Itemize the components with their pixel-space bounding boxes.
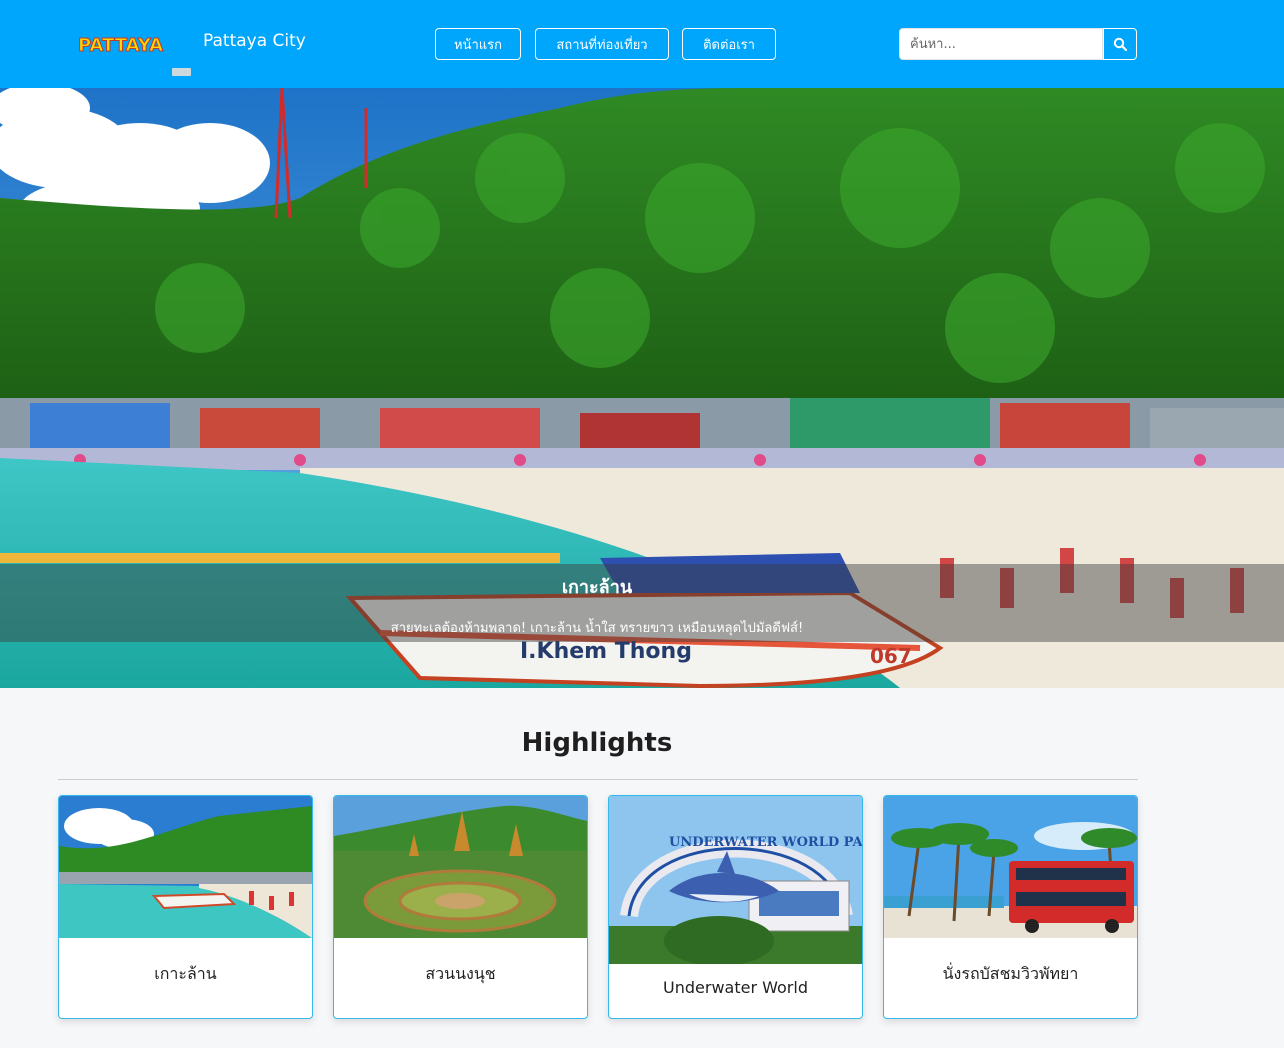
logo-badge bbox=[172, 68, 191, 76]
card-label: นั่งรถบัสชมวิวพัทยา bbox=[942, 964, 1079, 983]
card-label: สวนนงนุช bbox=[425, 964, 496, 983]
search-button[interactable] bbox=[1103, 28, 1137, 60]
card-label: Underwater World bbox=[663, 978, 808, 997]
nav-attractions-button[interactable]: สถานที่ท่องเที่ยว bbox=[535, 28, 669, 60]
highlight-card-sightseeing-bus[interactable]: นั่งรถบัสชมวิวพัทยา bbox=[883, 795, 1138, 1019]
hero-carousel[interactable]: I.Khem Thong 067 เกาะล้าน สายทะเลต้องห้า… bbox=[0, 88, 1284, 688]
highlight-card-underwater-world[interactable]: UNDERWATER WORLD PATTAYA Underwater Worl… bbox=[608, 795, 863, 1019]
boat-number: 067 bbox=[870, 644, 912, 668]
search-input[interactable] bbox=[899, 28, 1103, 60]
highlights-heading: Highlights bbox=[521, 728, 673, 758]
card-label: เกาะล้าน bbox=[154, 964, 217, 983]
card-image-koh-larn bbox=[59, 796, 312, 938]
card-image-nong-nooch bbox=[334, 796, 587, 938]
hero-title: เกาะล้าน bbox=[561, 577, 633, 598]
nav-home-button[interactable]: หน้าแรก bbox=[435, 28, 521, 60]
search-icon bbox=[1113, 37, 1127, 51]
card-image-underwater-world: UNDERWATER WORLD PATTAYA bbox=[609, 796, 862, 964]
logo-text: PATTAYA bbox=[78, 35, 163, 56]
brand-title[interactable]: Pattaya City bbox=[203, 31, 306, 51]
nav-contact-button[interactable]: ติดต่อเรา bbox=[682, 28, 776, 60]
highlight-card-koh-larn[interactable]: เกาะล้าน bbox=[58, 795, 313, 1019]
highlight-card-nong-nooch[interactable]: สวนนงนุช bbox=[333, 795, 588, 1019]
divider bbox=[58, 779, 1138, 780]
pattaya-logo[interactable]: PATTAYA bbox=[76, 31, 174, 57]
navbar: PATTAYA Pattaya City หน้าแรก สถานที่ท่อง… bbox=[0, 0, 1284, 88]
underwater-sign-text: UNDERWATER WORLD PATTAYA bbox=[669, 835, 862, 850]
hero-subtitle: สายทะเลต้องห้ามพลาด! เกาะล้าน น้ำใส ทราย… bbox=[390, 621, 804, 636]
card-image-sightseeing-bus bbox=[884, 796, 1137, 938]
boat-name: I.Khem Thong bbox=[520, 639, 692, 664]
